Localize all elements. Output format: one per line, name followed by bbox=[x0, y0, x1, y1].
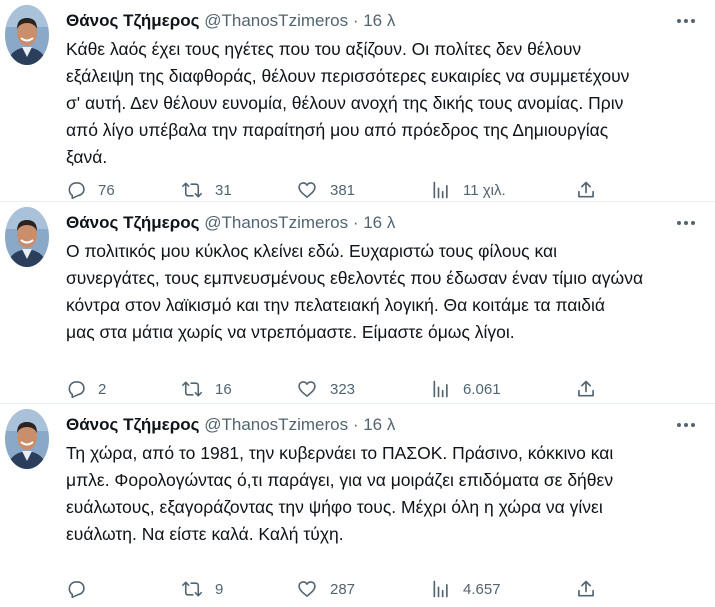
retweet-icon bbox=[182, 381, 202, 397]
views-count: 6.061 bbox=[463, 380, 501, 398]
like-count: 381 bbox=[330, 181, 356, 199]
heart-icon bbox=[298, 581, 316, 597]
author-name[interactable]: Θάνος Τζήμερος bbox=[66, 415, 199, 434]
share-icon bbox=[578, 181, 594, 198]
reply-count: 76 bbox=[98, 181, 115, 199]
reply-button[interactable]: 76 bbox=[66, 177, 115, 203]
tweet-actions: 2 16 323 6.061 bbox=[66, 376, 626, 402]
more-dots-icon[interactable] bbox=[675, 214, 697, 232]
reply-icon bbox=[68, 581, 85, 599]
share-icon bbox=[578, 380, 594, 397]
reply-button[interactable] bbox=[66, 576, 98, 602]
like-button[interactable]: 323 bbox=[296, 376, 355, 402]
tweet-actions: 76 31 381 11 χιλ. bbox=[66, 177, 626, 203]
author-handle[interactable]: @ThanosTzimeros bbox=[204, 11, 348, 30]
retweet-button[interactable]: 31 bbox=[181, 177, 232, 203]
like-count: 287 bbox=[330, 580, 356, 598]
views-button[interactable]: 4.657 bbox=[431, 576, 501, 602]
timestamp[interactable]: 16 λ bbox=[363, 415, 395, 434]
timestamp[interactable]: 16 λ bbox=[363, 213, 395, 232]
tweet-header: Θάνος Τζήμερος @ThanosTzimeros · 16 λ bbox=[66, 9, 675, 33]
views-icon bbox=[433, 580, 448, 598]
views-button[interactable]: 6.061 bbox=[431, 376, 501, 402]
timeline: Θάνος Τζήμερος @ThanosTzimeros · 16 λ Κά… bbox=[0, 0, 715, 606]
heart-icon bbox=[298, 182, 316, 198]
separator-dot: · bbox=[352, 213, 359, 232]
retweet-count: 16 bbox=[215, 380, 232, 398]
tweet[interactable]: Θάνος Τζήμερος @ThanosTzimeros · 16 λ Τη… bbox=[0, 404, 715, 606]
views-icon bbox=[433, 380, 448, 398]
views-count: 4.657 bbox=[463, 580, 501, 598]
like-count: 323 bbox=[330, 380, 356, 398]
like-button[interactable]: 287 bbox=[296, 576, 355, 602]
share-button[interactable] bbox=[576, 576, 596, 602]
separator-dot: · bbox=[352, 415, 359, 434]
tweet-actions: 9 287 4.657 bbox=[66, 576, 626, 602]
retweet-button[interactable]: 16 bbox=[181, 376, 232, 402]
tweet[interactable]: Θάνος Τζήμερος @ThanosTzimeros · 16 λ Κά… bbox=[0, 0, 715, 202]
avatar[interactable] bbox=[5, 5, 49, 65]
reply-icon bbox=[68, 182, 85, 200]
share-icon bbox=[578, 580, 594, 597]
views-button[interactable]: 11 χιλ. bbox=[431, 177, 506, 203]
tweet-text: Τη χώρα, από το 1981, την κυβερνάει το Π… bbox=[66, 443, 614, 544]
avatar[interactable] bbox=[5, 207, 49, 267]
views-count: 11 χιλ. bbox=[463, 181, 506, 199]
heart-icon bbox=[298, 381, 316, 397]
like-button[interactable]: 381 bbox=[296, 177, 355, 203]
author-handle[interactable]: @ThanosTzimeros bbox=[204, 415, 348, 434]
tweet-text: Ο πολιτικός μου κύκλος κλείνει εδώ. Ευχα… bbox=[66, 241, 644, 342]
reply-button[interactable]: 2 bbox=[66, 376, 106, 402]
tweet[interactable]: Θάνος Τζήμερος @ThanosTzimeros · 16 λ Ο … bbox=[0, 202, 715, 404]
retweet-icon bbox=[182, 581, 202, 597]
more-dots-icon[interactable] bbox=[675, 416, 697, 434]
retweet-button[interactable]: 9 bbox=[181, 576, 223, 602]
tweet-header: Θάνος Τζήμερος @ThanosTzimeros · 16 λ bbox=[66, 211, 675, 235]
tweet-text: Κάθε λαός έχει τους ηγέτες που του αξίζο… bbox=[66, 39, 630, 167]
share-button[interactable] bbox=[576, 376, 596, 402]
reply-count: 2 bbox=[98, 380, 107, 398]
reply-icon bbox=[68, 381, 85, 399]
views-icon bbox=[433, 181, 448, 199]
tweet-header: Θάνος Τζήμερος @ThanosTzimeros · 16 λ bbox=[66, 413, 675, 437]
avatar[interactable] bbox=[5, 409, 49, 469]
author-handle[interactable]: @ThanosTzimeros bbox=[204, 213, 348, 232]
retweet-icon bbox=[182, 182, 202, 198]
share-button[interactable] bbox=[576, 177, 596, 203]
separator-dot: · bbox=[352, 11, 359, 30]
timestamp[interactable]: 16 λ bbox=[363, 11, 395, 30]
author-name[interactable]: Θάνος Τζήμερος bbox=[66, 11, 199, 30]
author-name[interactable]: Θάνος Τζήμερος bbox=[66, 213, 199, 232]
retweet-count: 9 bbox=[215, 580, 224, 598]
more-dots-icon[interactable] bbox=[675, 12, 697, 30]
retweet-count: 31 bbox=[215, 181, 232, 199]
